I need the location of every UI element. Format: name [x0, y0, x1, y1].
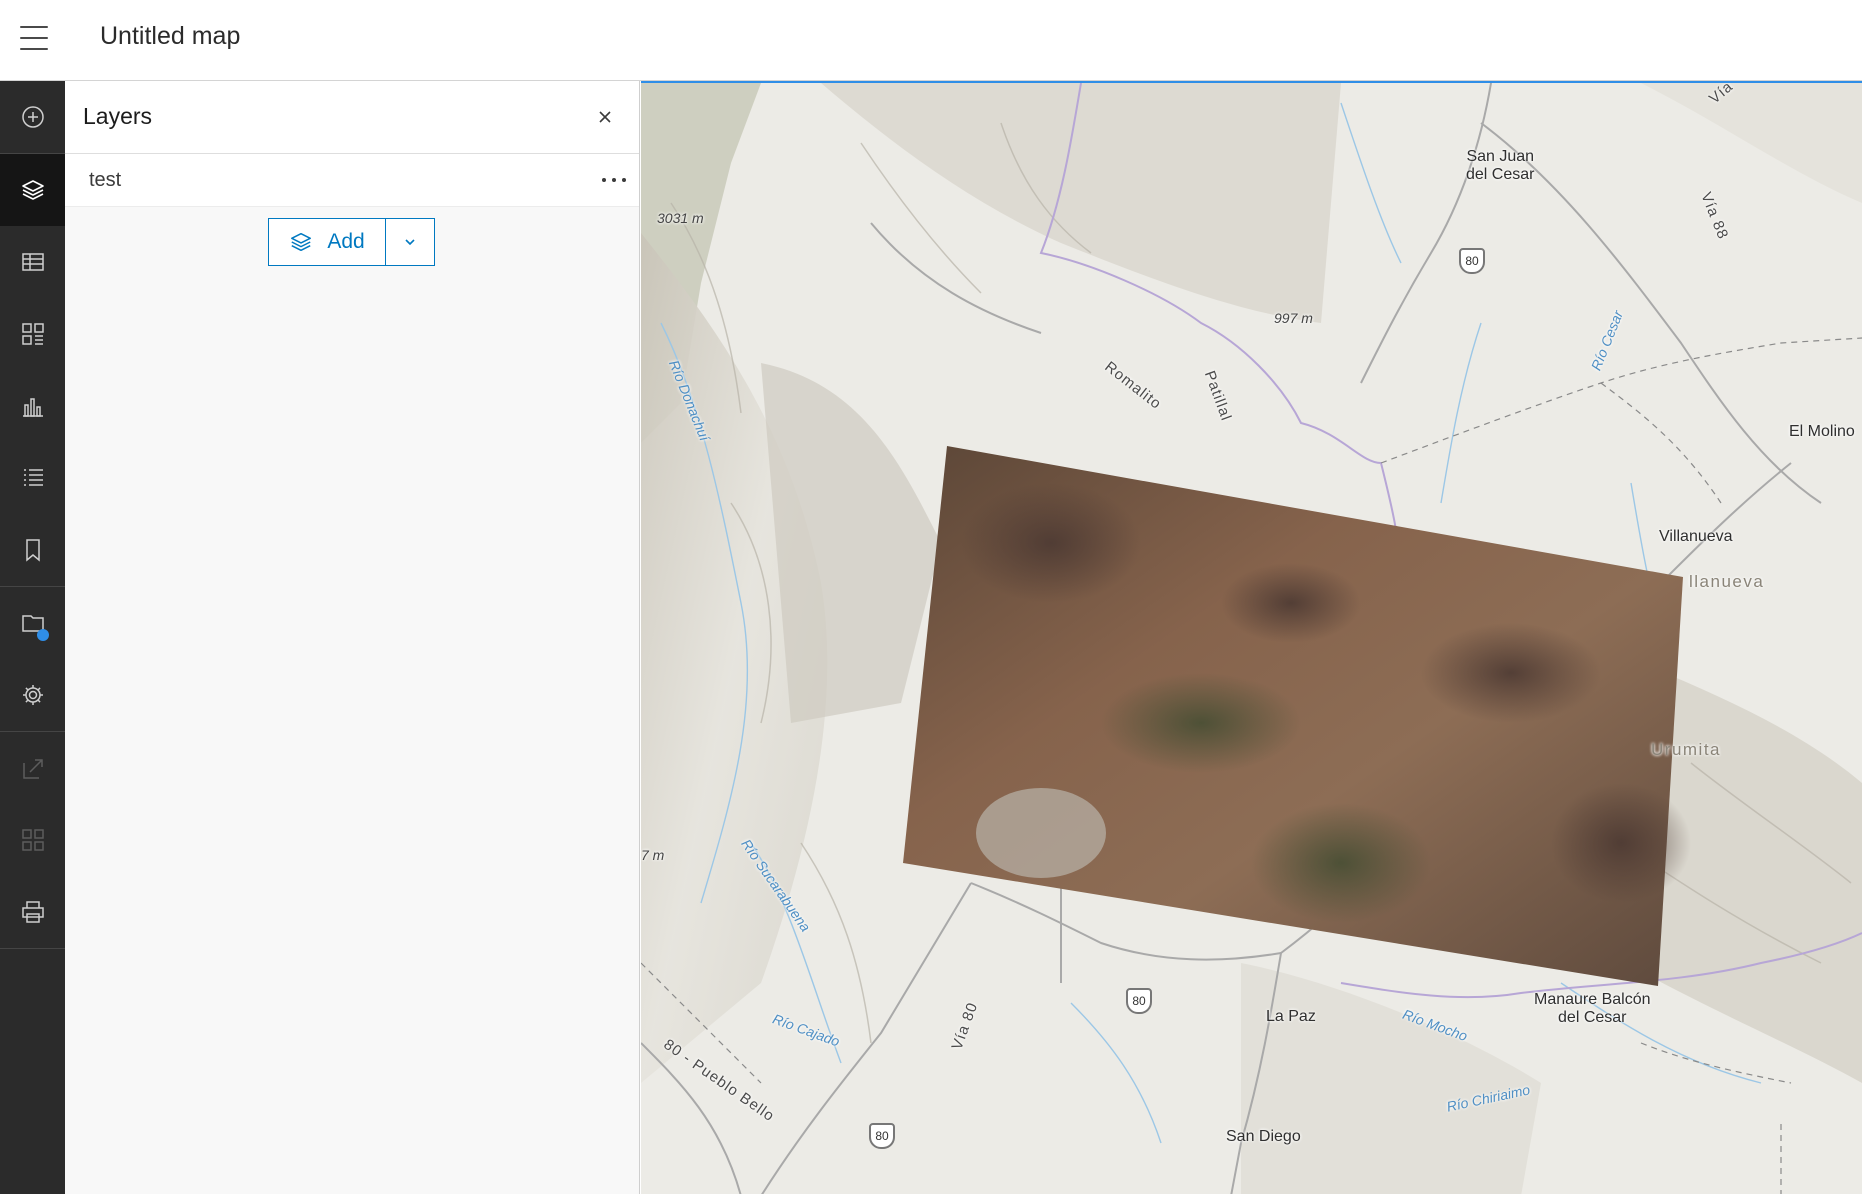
close-icon[interactable] — [593, 105, 617, 129]
notification-badge — [37, 629, 49, 641]
layers-panel: Layers test Add — [65, 81, 640, 1194]
place-label: Villanueva — [1659, 528, 1733, 545]
add-content-button[interactable] — [0, 81, 65, 153]
gear-icon — [22, 685, 43, 705]
apps-grid-icon — [21, 829, 44, 851]
widgets-button[interactable] — [0, 298, 65, 370]
settings-button[interactable] — [0, 659, 65, 731]
add-layer-dropdown[interactable] — [386, 218, 435, 266]
share-button[interactable] — [0, 732, 65, 804]
charts-button[interactable] — [0, 370, 65, 442]
bookmarks-button[interactable] — [0, 514, 65, 586]
elevation-label: 7 m — [641, 847, 665, 863]
place-label: La Paz — [1266, 1008, 1316, 1025]
add-layer-label: Add — [327, 230, 365, 253]
divider — [0, 948, 65, 949]
elevation-label: 997 m — [1274, 310, 1313, 326]
panel-header: Layers — [65, 81, 639, 154]
layers-icon — [21, 180, 44, 200]
table-icon — [21, 253, 44, 271]
bar-chart-icon — [22, 398, 43, 417]
layer-list-item[interactable]: test — [65, 154, 639, 207]
place-label: El Molino — [1789, 423, 1855, 440]
layers-icon — [291, 232, 312, 252]
more-options-icon[interactable] — [599, 168, 629, 192]
tables-button[interactable] — [0, 226, 65, 298]
widgets-grid-icon — [21, 323, 44, 345]
area-label: Urumita — [1651, 740, 1722, 759]
route-shield: 80 — [1126, 988, 1152, 1014]
route-shield: 80 — [869, 1123, 895, 1149]
elevation-label: 3031 m — [657, 210, 704, 226]
hamburger-menu-icon[interactable] — [14, 20, 54, 56]
area-label: llanueva — [1689, 572, 1765, 591]
map-title[interactable]: Untitled map — [100, 22, 240, 51]
add-layer-button[interactable]: Add — [268, 218, 386, 266]
place-label: Manaure Balcón del Cesar — [1534, 991, 1651, 1026]
legend-button[interactable] — [0, 442, 65, 514]
print-icon — [21, 901, 44, 923]
add-circle-icon — [21, 106, 44, 128]
map-view[interactable]: San Juan del Cesar Vía 88 El Molino Villa… — [641, 81, 1862, 1194]
apps-button[interactable] — [0, 804, 65, 876]
chevron-down-icon — [405, 239, 415, 246]
add-layer-button-group: Add — [268, 218, 435, 266]
place-label: San Diego — [1226, 1128, 1301, 1145]
layers-button[interactable] — [0, 154, 65, 226]
share-icon — [22, 759, 43, 779]
print-button[interactable] — [0, 876, 65, 948]
folder-button[interactable] — [0, 587, 65, 659]
bookmark-icon — [25, 539, 40, 562]
action-bar — [0, 81, 65, 1194]
legend-list-icon — [23, 469, 43, 486]
layer-name: test — [89, 169, 122, 191]
panel-title: Layers — [83, 103, 153, 129]
app-header: Untitled map — [0, 0, 1862, 81]
place-label: San Juan del Cesar — [1466, 148, 1535, 183]
route-shield: 80 — [1459, 248, 1485, 274]
